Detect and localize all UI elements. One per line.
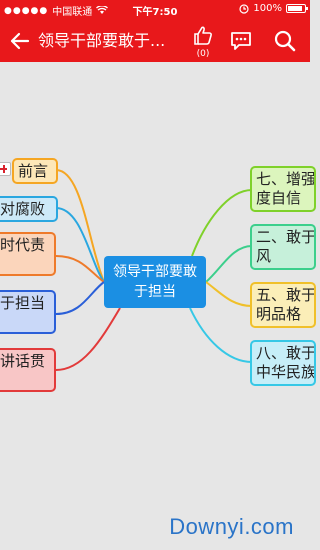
page-title: 领导干部要敢于... <box>38 31 166 50</box>
mindmap-node-left[interactable]: 对腐败 <box>0 196 58 222</box>
node-label-line1: 五、敢于 <box>256 286 316 304</box>
status-bar: ●●●●● 中国联通 下午7:50 100% <box>0 0 310 20</box>
node-label: 讲话贯 <box>0 352 46 370</box>
mindmap-node-left[interactable]: 前言 <box>12 158 58 184</box>
node-label: 于担当 <box>0 294 46 312</box>
alarm-icon <box>239 3 250 14</box>
thumbs-up-icon <box>194 26 212 45</box>
node-label-line2: 风 <box>256 247 272 265</box>
mindmap-node-left[interactable]: 讲话贯 <box>0 348 56 392</box>
node-label: 前言 <box>18 162 49 180</box>
mindmap-node-right[interactable]: 五、敢于 明品格 <box>250 282 316 328</box>
search-icon[interactable] <box>273 29 297 53</box>
mindmap-node-right[interactable]: 八、敢于 中华民族 <box>250 340 316 386</box>
like-button[interactable]: (0) <box>193 26 213 59</box>
node-label-line1: 八、敢于 <box>256 344 316 362</box>
node-label-line1: 七、增强 <box>256 170 316 188</box>
mindmap-node-left[interactable]: 于担当 <box>0 290 56 334</box>
node-label-line2: 明品格 <box>256 305 302 323</box>
battery-icon <box>286 4 308 13</box>
node-label: 时代责 <box>0 236 46 254</box>
node-label: 对腐败 <box>0 200 46 218</box>
like-count: (0) <box>196 49 210 59</box>
mindmap-canvas[interactable]: 前言 对腐败 时代责 于担当 讲话贯 领导干部要敢 于担当 七、增强 度自信 二… <box>0 62 316 550</box>
node-label-line1: 二、敢于 <box>256 228 316 246</box>
expand-plus-icon[interactable] <box>0 162 11 176</box>
mindmap-root-node[interactable]: 领导干部要敢 于担当 <box>104 256 206 308</box>
app-bar: 领导干部要敢于... (0) <box>0 20 310 62</box>
battery-percent: 100% <box>253 3 282 14</box>
node-label-line2: 中华民族 <box>256 363 316 381</box>
root-label-line1: 领导干部要敢 <box>113 264 197 280</box>
mindmap-node-right[interactable]: 七、增强 度自信 <box>250 166 316 212</box>
root-label-line2: 于担当 <box>134 284 176 300</box>
back-arrow-icon[interactable] <box>8 30 30 52</box>
mindmap-node-right[interactable]: 二、敢于 风 <box>250 224 316 270</box>
mindmap-node-left[interactable]: 时代责 <box>0 232 56 276</box>
node-label-line2: 度自信 <box>256 189 302 207</box>
comment-icon[interactable] <box>230 30 252 52</box>
watermark: Downyi.com <box>169 514 294 539</box>
